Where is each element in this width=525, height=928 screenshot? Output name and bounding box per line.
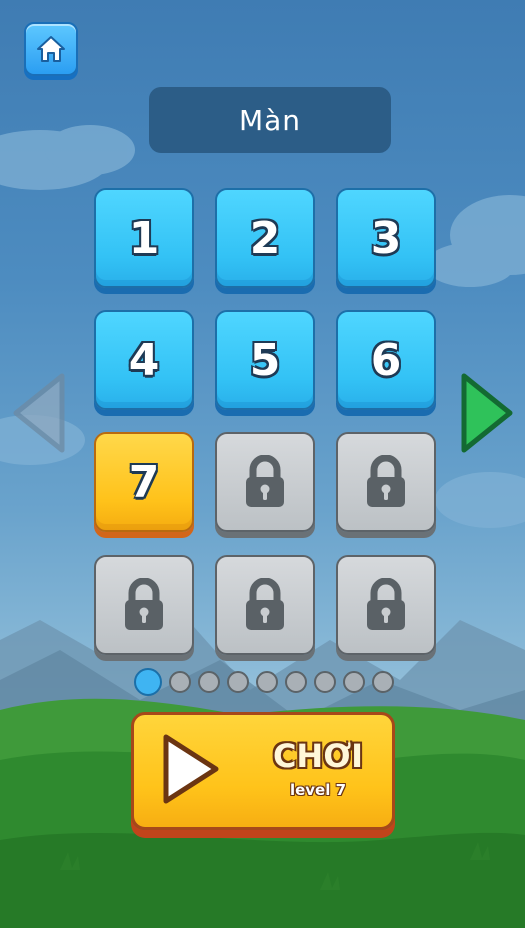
lock-icon xyxy=(246,578,284,630)
level-tile-locked[interactable] xyxy=(215,555,315,655)
level-tile-locked[interactable] xyxy=(215,432,315,532)
play-label: CHƠI xyxy=(272,737,364,775)
page-indicator xyxy=(134,668,394,696)
page-dot[interactable] xyxy=(285,671,307,693)
page-dot[interactable] xyxy=(343,671,365,693)
level-tile-2[interactable]: 2 xyxy=(215,188,315,288)
next-page-arrow-icon[interactable] xyxy=(458,370,516,456)
level-number: 5 xyxy=(249,334,281,386)
home-icon xyxy=(37,36,65,62)
level-number: 6 xyxy=(370,334,402,386)
level-tile-locked[interactable] xyxy=(336,432,436,532)
page-dot[interactable] xyxy=(256,671,278,693)
play-icon xyxy=(163,734,219,804)
level-number: 4 xyxy=(128,334,160,386)
level-tile-locked[interactable] xyxy=(94,555,194,655)
play-level-label: level 7 xyxy=(289,781,347,799)
level-title-panel: Màn xyxy=(149,87,391,153)
page-dot[interactable] xyxy=(198,671,220,693)
level-tile-1[interactable]: 1 xyxy=(94,188,194,288)
page-dot[interactable] xyxy=(314,671,336,693)
prev-page-arrow-icon[interactable] xyxy=(10,370,68,456)
level-number: 3 xyxy=(370,212,402,264)
play-button[interactable]: CHƠI level 7 xyxy=(131,712,395,830)
page-dot[interactable] xyxy=(169,671,191,693)
lock-icon xyxy=(367,455,405,507)
lock-icon xyxy=(246,455,284,507)
level-tile-6[interactable]: 6 xyxy=(336,310,436,410)
level-number: 2 xyxy=(249,212,281,264)
level-tile-3[interactable]: 3 xyxy=(336,188,436,288)
level-tile-4[interactable]: 4 xyxy=(94,310,194,410)
level-select-screen: Màn 1 2 3 4 5 6 7 CHƠI level 7 xyxy=(0,0,525,928)
lock-icon xyxy=(367,578,405,630)
lock-icon xyxy=(125,578,163,630)
level-number: 7 xyxy=(128,456,160,508)
level-tile-locked[interactable] xyxy=(336,555,436,655)
level-tile-5[interactable]: 5 xyxy=(215,310,315,410)
page-title: Màn xyxy=(238,103,302,137)
level-tile-7[interactable]: 7 xyxy=(94,432,194,532)
page-dot[interactable] xyxy=(372,671,394,693)
page-dot[interactable] xyxy=(227,671,249,693)
home-button[interactable] xyxy=(24,22,78,76)
page-dot-active[interactable] xyxy=(134,668,162,696)
level-number: 1 xyxy=(128,212,160,264)
